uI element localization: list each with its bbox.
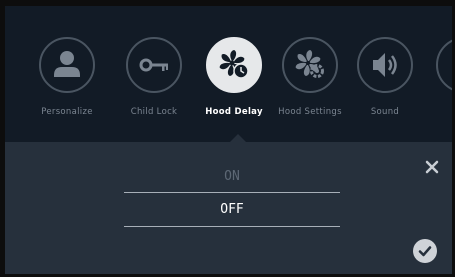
- person-icon: [54, 51, 80, 77]
- menu-item-hood-delay[interactable]: Hood Delay: [194, 37, 274, 129]
- hood-delay-panel: ON OFF: [5, 142, 452, 274]
- confirm-button[interactable]: [413, 239, 437, 263]
- speaker-icon: [373, 53, 397, 77]
- settings-menu-bar: Personalize Child Lock Hood Delay Hood S…: [5, 6, 452, 142]
- menu-label: Sound: [370, 107, 400, 117]
- menu-label: Hood Settings: [278, 107, 342, 117]
- menu-item-hood-settings[interactable]: Hood Settings: [270, 37, 350, 129]
- option-on[interactable]: ON: [124, 165, 340, 189]
- menu-circle: [39, 37, 95, 93]
- key-icon: [139, 58, 168, 72]
- partial-icon: [438, 39, 452, 91]
- menu-circle: [357, 37, 413, 93]
- menu-circle: [282, 37, 338, 93]
- selection-pointer: [230, 134, 246, 142]
- menu-item-partial[interactable]: [424, 37, 452, 129]
- divider-top: [124, 192, 340, 193]
- menu-label: Child Lock: [130, 107, 178, 117]
- menu-item-child-lock[interactable]: Child Lock: [114, 37, 194, 129]
- menu-circle: [126, 37, 182, 93]
- option-off[interactable]: OFF: [124, 198, 340, 222]
- checkmark-icon: [418, 246, 432, 257]
- control-screen: Personalize Child Lock Hood Delay Hood S…: [5, 6, 452, 274]
- menu-label: Hood Delay: [205, 107, 263, 117]
- close-icon[interactable]: [423, 158, 441, 176]
- menu-item-personalize[interactable]: Personalize: [27, 37, 107, 129]
- divider-bottom: [124, 226, 340, 227]
- fan-gear-icon: [295, 50, 324, 78]
- menu-circle: [436, 37, 452, 93]
- menu-item-sound[interactable]: Sound: [345, 37, 425, 129]
- fan-clock-icon: [219, 50, 249, 79]
- menu-label: Personalize: [41, 107, 93, 117]
- device-bezel: Personalize Child Lock Hood Delay Hood S…: [0, 0, 455, 277]
- menu-circle: [206, 37, 262, 93]
